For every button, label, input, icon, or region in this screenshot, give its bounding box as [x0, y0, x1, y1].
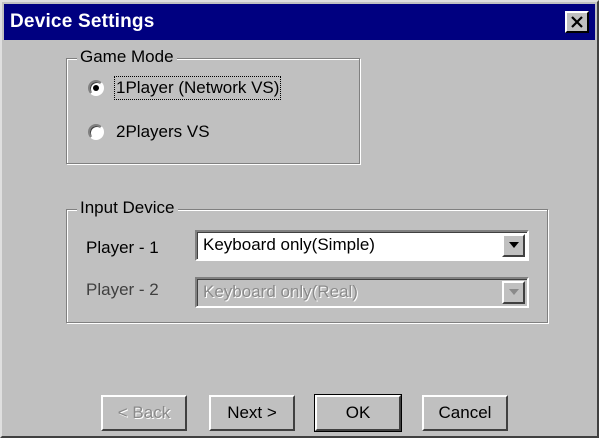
player1-device-select[interactable]: Keyboard only(Simple)	[195, 230, 529, 261]
close-icon	[571, 16, 583, 28]
close-button[interactable]	[565, 11, 589, 33]
title-bar[interactable]: Device Settings	[4, 4, 595, 40]
ok-button-label: OK	[345, 403, 371, 422]
chevron-down-icon	[509, 289, 519, 295]
player1-dropdown-button[interactable]	[502, 234, 525, 257]
next-button[interactable]: Next >	[209, 395, 295, 431]
player2-device-value: Keyboard only(Real)	[203, 282, 358, 301]
back-button-label: < Back	[117, 403, 171, 422]
player2-device-select[interactable]: Keyboard only(Real)	[195, 277, 529, 308]
ok-button[interactable]: OK	[314, 394, 402, 432]
radio-label-1player[interactable]: 1Player (Network VS)	[113, 76, 282, 100]
cancel-button[interactable]: Cancel	[422, 395, 508, 431]
back-button[interactable]: < Back	[101, 395, 187, 431]
player1-label: Player - 1	[86, 238, 159, 257]
game-mode-group: Game Mode	[66, 47, 360, 164]
radio-button-1player[interactable]	[88, 80, 104, 96]
input-device-legend: Input Device	[77, 198, 178, 218]
game-mode-legend: Game Mode	[77, 47, 177, 67]
radio-1player[interactable]: 1Player (Network VS)	[88, 76, 282, 100]
radio-button-2players[interactable]	[88, 124, 104, 140]
window-title: Device Settings	[10, 11, 155, 32]
cancel-button-label: Cancel	[438, 403, 492, 422]
chevron-down-icon	[509, 242, 519, 248]
radio-2players[interactable]: 2Players VS	[88, 122, 210, 142]
player2-dropdown-button[interactable]	[502, 281, 525, 304]
radio-label-2players[interactable]: 2Players VS	[116, 122, 210, 142]
next-button-label: Next >	[227, 403, 277, 422]
device-settings-dialog: Device Settings Game Mode 1Player (Netwo…	[0, 0, 599, 438]
player1-device-value: Keyboard only(Simple)	[203, 235, 375, 254]
radio-selected-dot	[93, 85, 99, 91]
player2-label: Player - 2	[86, 280, 159, 299]
